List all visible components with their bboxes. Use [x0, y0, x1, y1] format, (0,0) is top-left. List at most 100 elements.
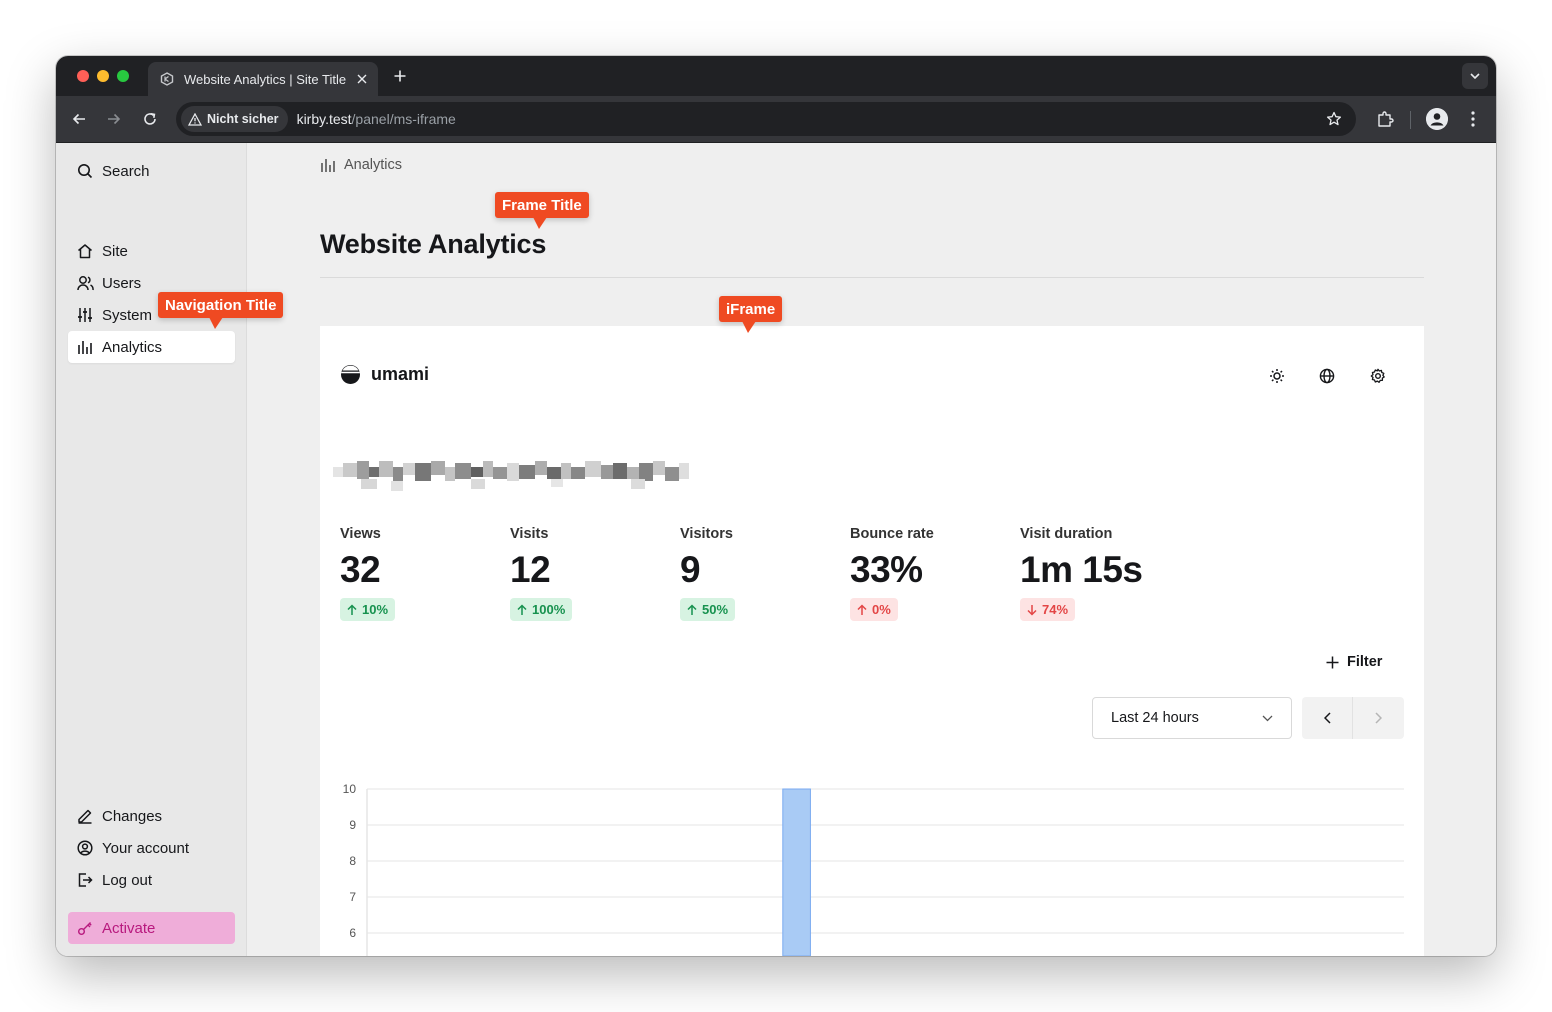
frame-title-callout: Frame Title [495, 192, 589, 218]
sidebar-item-label: Users [102, 274, 142, 292]
change-value: 10% [362, 602, 389, 617]
logout-icon [76, 871, 94, 889]
profile-avatar-icon[interactable] [1426, 108, 1448, 130]
tab-title: Website Analytics | Site Title [184, 71, 347, 87]
chart-y-tick-label: 7 [349, 890, 356, 904]
sidebar-item-label: Your account [102, 839, 190, 857]
metric-visit-duration: Visit duration 1m 15s 74% [1020, 526, 1220, 621]
sidebar-item-logout[interactable]: Log out [68, 864, 235, 896]
arrow-up-icon [517, 603, 527, 615]
panel-main: Analytics Website Analytics umami Views … [248, 143, 1496, 956]
sidebar-item-analytics[interactable]: Analytics [68, 331, 235, 363]
pageviews-chart: 10 9 8 7 6 [343, 782, 1404, 956]
chart-y-tick-label: 8 [349, 854, 356, 868]
umami-logo-icon [340, 364, 361, 385]
kirby-panel: Search Site Users System Analytics Chang… [56, 143, 1496, 956]
theme-sun-icon[interactable] [1267, 366, 1287, 386]
metric-value: 9 [680, 549, 701, 590]
change-badge: 0% [850, 598, 898, 621]
sidebar-item-account[interactable]: Your account [68, 832, 235, 864]
metric-value: 12 [510, 549, 551, 590]
analytics-iframe: umami Views 32 10% Visits 12 100% Visito… [320, 326, 1424, 956]
tab-strip: Website Analytics | Site Title [56, 56, 1496, 96]
url-host: kirby.test [296, 111, 352, 127]
tab-search-button[interactable] [1462, 63, 1488, 89]
kebab-menu-icon[interactable] [1462, 108, 1484, 130]
date-range-value: Last 24 hours [1111, 710, 1199, 726]
sidebar-item-site[interactable]: Site [68, 235, 235, 267]
arrow-up-icon [687, 603, 697, 615]
navigation-title-callout-tail [209, 317, 223, 329]
sidebar-item-label: Analytics [102, 338, 163, 356]
security-indicator[interactable]: Nicht sicher [181, 106, 288, 132]
change-badge: 10% [340, 598, 396, 621]
forward-arrow-icon[interactable] [103, 108, 125, 130]
home-icon [76, 242, 94, 260]
previous-period-button[interactable] [1302, 697, 1353, 739]
chart-y-tick-label: 9 [349, 818, 356, 832]
change-badge: 50% [680, 598, 736, 621]
umami-brand: umami [371, 364, 430, 384]
arrow-up-icon [347, 603, 357, 615]
bar-chart-icon [76, 338, 94, 356]
kirby-favicon-icon [160, 72, 174, 86]
close-window-button[interactable] [77, 70, 89, 82]
metric-label: Bounce rate [850, 526, 934, 542]
metric-value: 1m 15s [1020, 549, 1143, 590]
page-title: Website Analytics [320, 229, 547, 259]
account-icon [76, 839, 94, 857]
bookmark-star-icon[interactable] [1324, 109, 1344, 129]
search-button[interactable]: Search [68, 155, 235, 187]
minimize-window-button[interactable] [97, 70, 109, 82]
pixelated-website-name [333, 461, 689, 491]
sidebar-item-label: Changes [102, 807, 163, 825]
url-path: /panel/ms-iframe [351, 111, 456, 127]
breadcrumb-label: Analytics [344, 157, 403, 173]
metric-value: 33% [850, 549, 923, 590]
browser-tab[interactable]: Website Analytics | Site Title [148, 62, 378, 96]
change-badge: 74% [1020, 598, 1076, 621]
toolbar: Nicht sicher kirby.test/panel/ms-iframe [56, 96, 1496, 143]
metric-visits: Visits 12 100% [510, 526, 670, 621]
metric-label: Visit duration [1020, 526, 1113, 542]
activate-button[interactable]: Activate [68, 912, 235, 944]
change-badge: 100% [510, 598, 573, 621]
change-value: 74% [1042, 602, 1069, 617]
metric-views: Views 32 10% [340, 526, 500, 621]
browser-window: Website Analytics | Site Title Nicht sic… [56, 56, 1496, 956]
pen-icon [76, 807, 94, 825]
metric-value: 32 [340, 549, 381, 590]
metric-label: Views [340, 526, 381, 542]
frame-title-callout-tail [533, 217, 547, 229]
close-tab-icon[interactable] [352, 69, 372, 89]
toolbar-divider [1410, 111, 1411, 129]
sidebar-item-changes[interactable]: Changes [68, 800, 235, 832]
address-bar[interactable]: Nicht sicher kirby.test/panel/ms-iframe [176, 102, 1356, 136]
next-period-button[interactable] [1353, 697, 1404, 739]
date-pager [1302, 697, 1404, 739]
warning-icon [188, 112, 202, 126]
plus-icon [1326, 656, 1339, 668]
umami-logo: umami [340, 364, 429, 385]
extensions-puzzle-icon[interactable] [1374, 108, 1396, 130]
iframe-callout-tail [742, 321, 756, 333]
search-label: Search [102, 162, 150, 180]
change-value: 50% [702, 602, 729, 617]
filter-button[interactable]: Filter [1326, 654, 1382, 670]
zoom-window-button[interactable] [117, 70, 129, 82]
date-range-select[interactable]: Last 24 hours [1092, 697, 1292, 739]
language-globe-icon[interactable] [1317, 366, 1337, 386]
settings-gear-icon[interactable] [1368, 366, 1388, 386]
metric-label: Visitors [680, 526, 733, 542]
users-icon [76, 274, 94, 292]
reload-icon[interactable] [139, 108, 161, 130]
panel-sidebar: Search Site Users System Analytics Chang… [56, 143, 247, 956]
chart-y-tick-label: 6 [349, 926, 356, 940]
chart-y-tick-label: 10 [343, 782, 357, 796]
metric-visitors: Visitors 9 50% [680, 526, 840, 621]
activate-label: Activate [102, 919, 156, 937]
breadcrumb[interactable]: Analytics [320, 157, 402, 173]
metric-bounce-rate: Bounce rate 33% 0% [850, 526, 1010, 621]
new-tab-button[interactable] [390, 66, 410, 86]
back-arrow-icon[interactable] [68, 108, 90, 130]
